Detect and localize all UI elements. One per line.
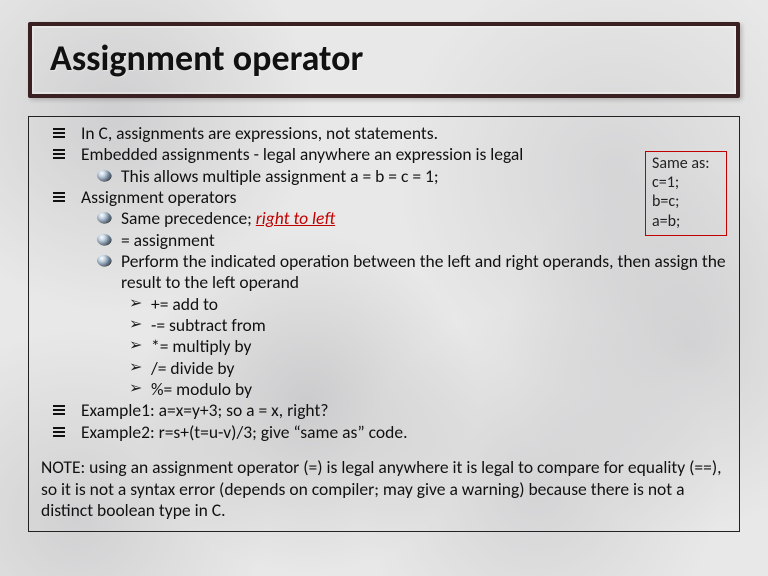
- bullet-list: In C, assignments are expressions, not s…: [39, 123, 729, 443]
- bullet-item: In C, assignments are expressions, not s…: [81, 123, 729, 144]
- bullet-text: This allows multiple assignment a = b = …: [121, 165, 439, 187]
- bullet-item: = assignment: [121, 230, 729, 251]
- bullet-text: %= modulo by: [151, 378, 252, 400]
- bullet-text: Example1: a=x=y+3; so a = x, right?: [81, 399, 328, 421]
- bullet-text: Perform the indicated operation between …: [121, 250, 726, 293]
- slide: Assignment operator Same as: c=1; b=c; a…: [0, 0, 768, 576]
- bullet-text: *= multiply by: [151, 335, 251, 357]
- bullet-item: *= multiply by: [151, 336, 729, 357]
- bullet-text: -= subtract from: [151, 314, 266, 336]
- bullet-text: = assignment: [121, 229, 215, 251]
- bullet-text: Embedded assignments - legal anywhere an…: [81, 143, 523, 165]
- content-frame: Same as: c=1; b=c; a=b; In C, assignment…: [28, 116, 740, 532]
- bullet-text: /= divide by: [151, 357, 234, 379]
- bullet-item: Example1: a=x=y+3; so a = x, right?: [81, 400, 729, 421]
- bullet-text: Assignment operators: [81, 186, 236, 208]
- bullet-text: += add to: [151, 293, 218, 315]
- right-to-left-emphasis: right to left: [256, 207, 335, 229]
- bullet-item: -= subtract from: [151, 315, 729, 336]
- bullet-item: %= modulo by: [151, 379, 729, 400]
- bullet-item: Same precedence; right to left: [121, 208, 729, 229]
- bullet-item: Example2: r=s+(t=u-v)/3; give “same as” …: [81, 422, 729, 443]
- bullet-item: Assignment operators Same precedence; ri…: [81, 187, 729, 400]
- note-paragraph: NOTE: using an assignment operator (=) i…: [39, 457, 729, 521]
- bullet-text: Same precedence;: [121, 207, 256, 229]
- bullet-item: This allows multiple assignment a = b = …: [121, 166, 729, 187]
- title-frame: Assignment operator: [28, 22, 740, 98]
- bullet-item: /= divide by: [151, 358, 729, 379]
- bullet-item: Embedded assignments - legal anywhere an…: [81, 144, 729, 187]
- bullet-item: Perform the indicated operation between …: [121, 251, 729, 400]
- bullet-text: Example2: r=s+(t=u-v)/3; give “same as” …: [81, 421, 407, 443]
- bullet-text: In C, assignments are expressions, not s…: [81, 122, 438, 144]
- bullet-item: += add to: [151, 294, 729, 315]
- slide-title: Assignment operator: [50, 36, 718, 80]
